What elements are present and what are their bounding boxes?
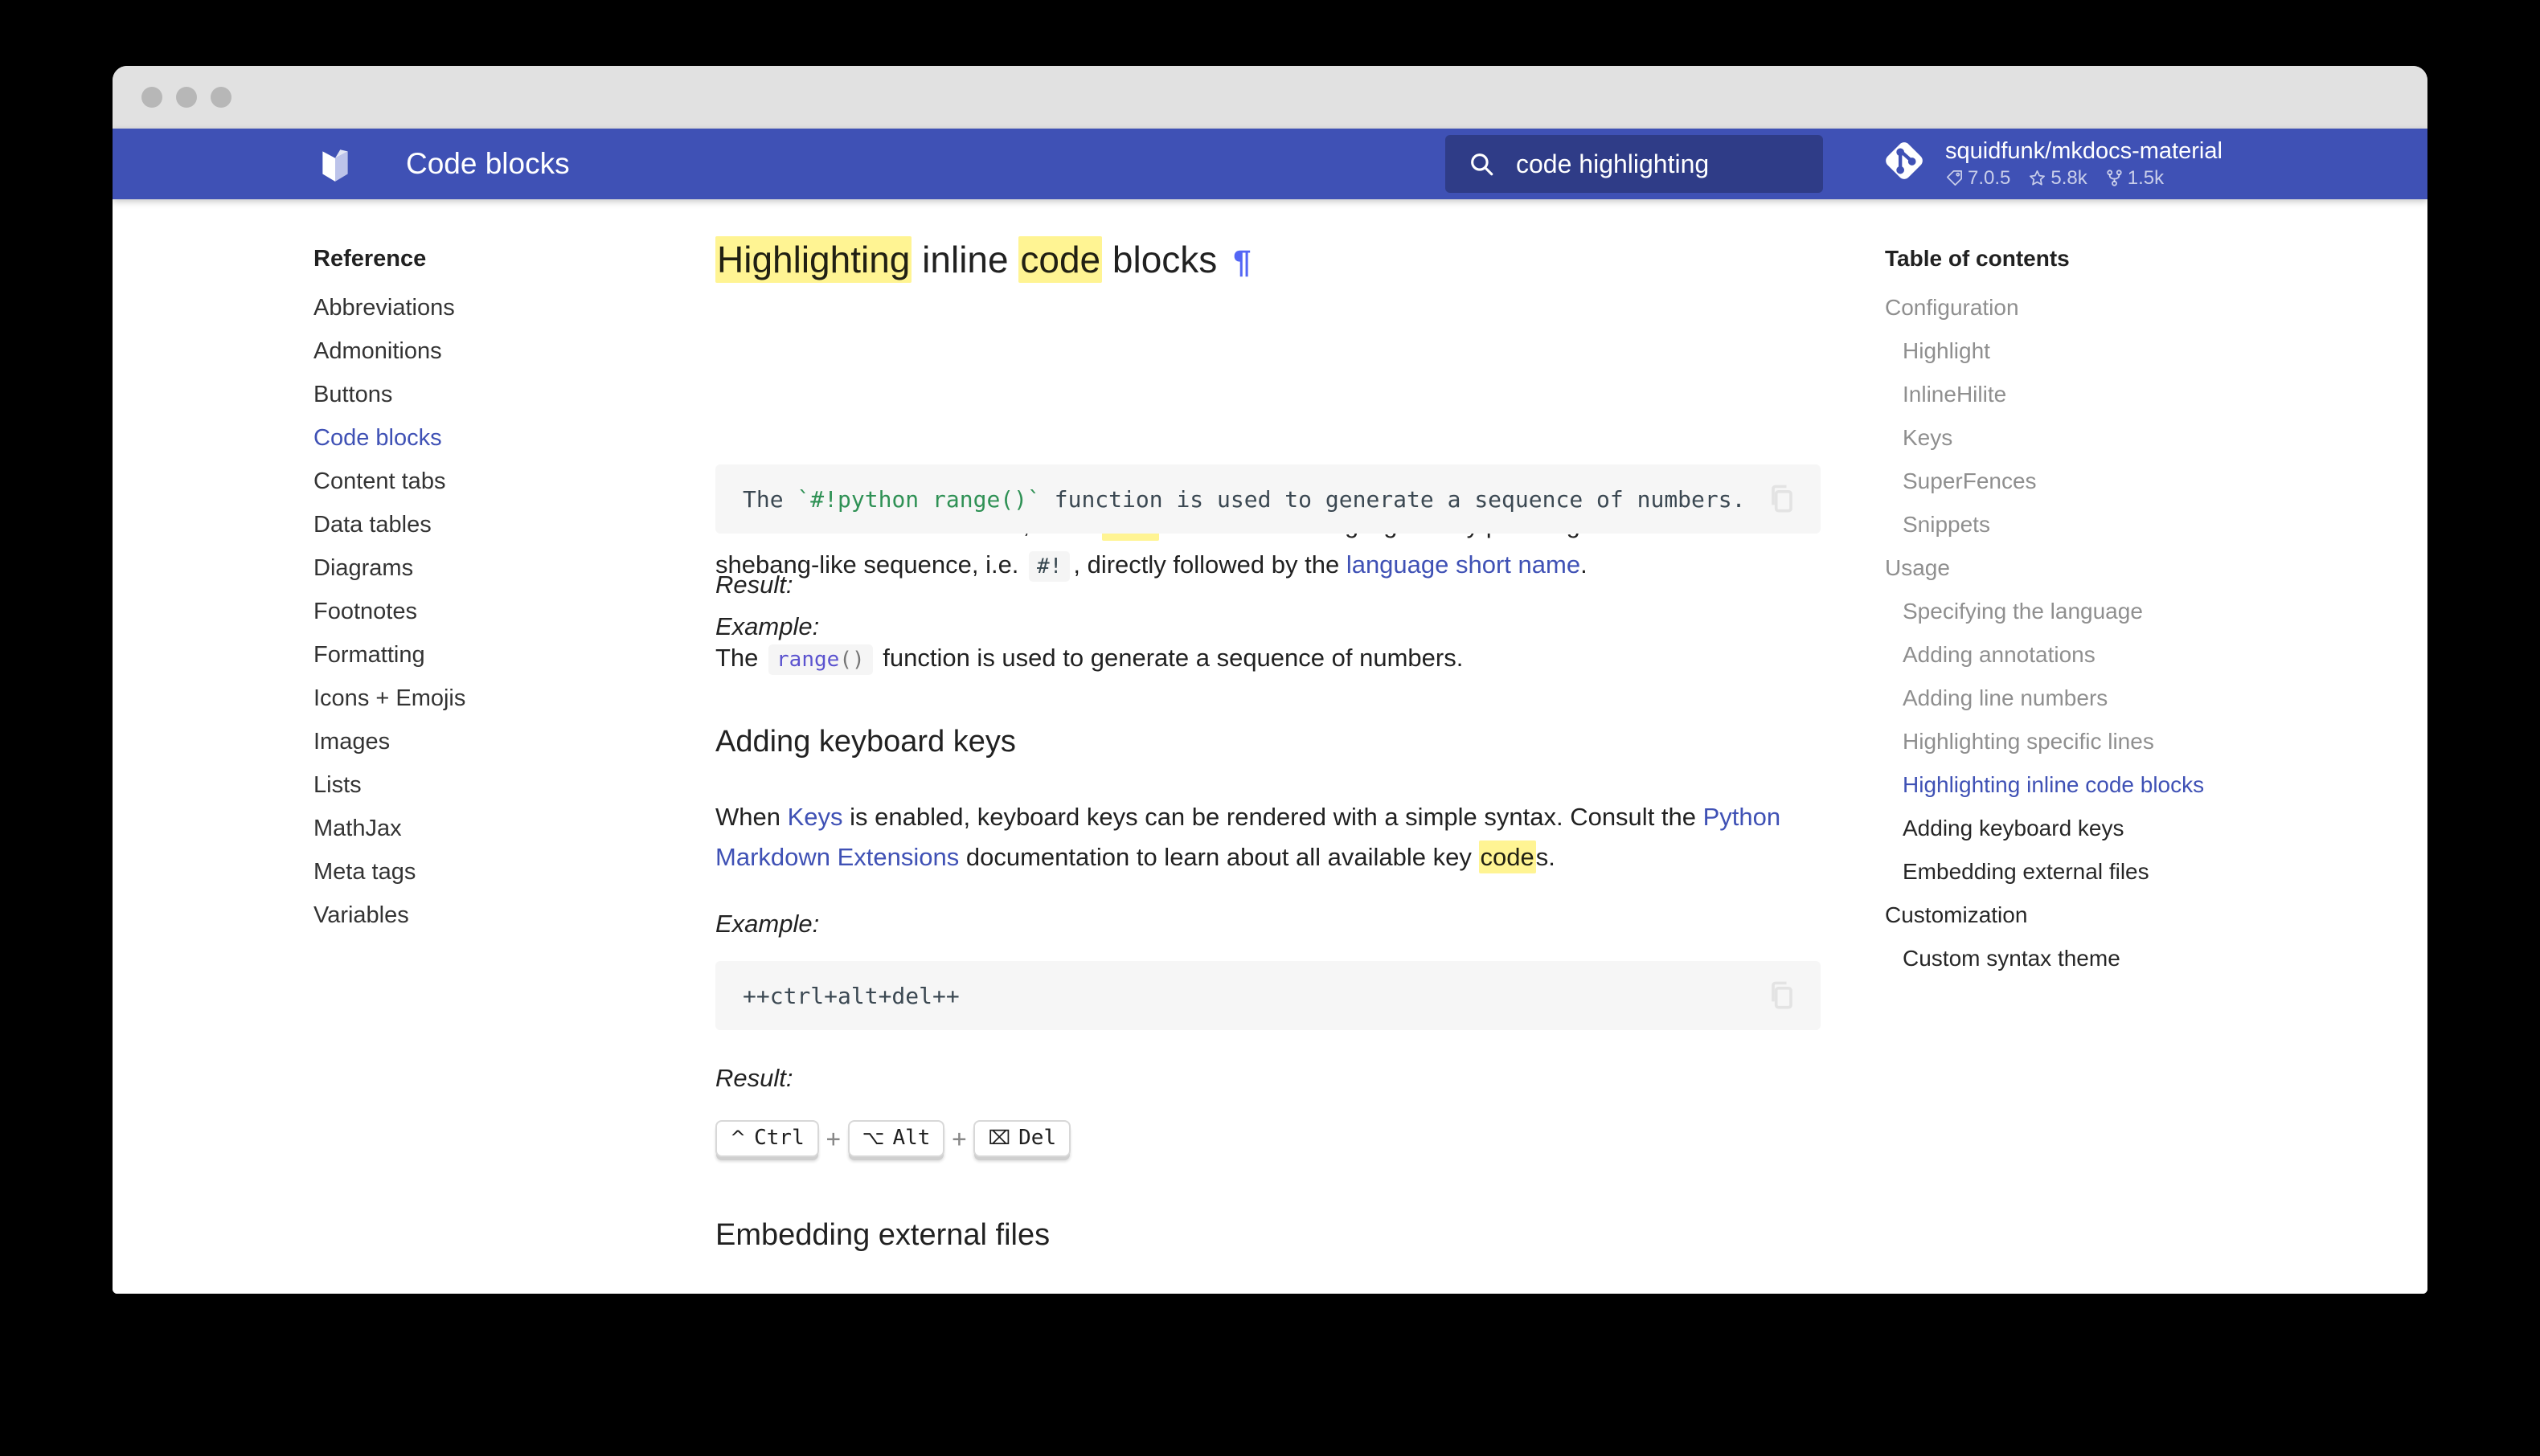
table-of-contents: Table of contents ConfigurationHighlight… xyxy=(1885,243,2271,980)
repo-name: squidfunk/mkdocs-material xyxy=(1945,138,2222,164)
toc-item[interactable]: Custom syntax theme xyxy=(1885,937,2271,980)
toc-item[interactable]: Customization xyxy=(1885,894,2271,937)
sidebar-item[interactable]: Variables xyxy=(313,894,659,937)
window-control-dot[interactable] xyxy=(141,87,162,108)
sidebar-section-title: Reference xyxy=(313,243,659,286)
git-icon xyxy=(1879,136,1929,190)
toc-item[interactable]: Adding keyboard keys xyxy=(1885,807,2271,850)
keyboard-keys-row: ^Ctrl + ⌥Alt + ⌧Del xyxy=(715,1120,1071,1157)
repo-stats: 7.0.5 5.8k 1.5k xyxy=(1945,167,2222,190)
toc-item[interactable]: SuperFences xyxy=(1885,460,2271,503)
example-label: Example: xyxy=(715,910,819,939)
app-header: Code blocks squidfunk/mkdocs-material xyxy=(113,129,2427,199)
sidebar-item[interactable]: Admonitions xyxy=(313,329,659,373)
code-block: ++ctrl+alt+del++ xyxy=(715,961,1821,1030)
search-icon xyxy=(1468,150,1495,178)
content-area: Reference AbbreviationsAdmonitionsButton… xyxy=(113,199,2427,1294)
toc-item[interactable]: Configuration xyxy=(1885,286,2271,329)
page-title: Code blocks xyxy=(406,129,570,199)
heading-anchor-link[interactable]: ¶ xyxy=(1233,244,1251,280)
sidebar-item[interactable]: Diagrams xyxy=(313,546,659,590)
toc-item[interactable]: Highlighting inline code blocks xyxy=(1885,763,2271,807)
toc-title: Table of contents xyxy=(1885,243,2271,286)
copy-button[interactable] xyxy=(1764,481,1800,517)
repo-stars: 5.8k xyxy=(2050,167,2087,190)
toc-item[interactable]: Snippets xyxy=(1885,503,2271,546)
section-heading: Embedding external files xyxy=(715,1218,1050,1253)
tag-icon xyxy=(1945,169,1964,187)
sidebar-item[interactable]: Buttons xyxy=(313,373,659,416)
key-separator: + xyxy=(952,1125,966,1153)
toc-item[interactable]: Keys xyxy=(1885,416,2271,460)
sidebar-item[interactable]: Footnotes xyxy=(313,590,659,633)
toc-item[interactable]: Embedding external files xyxy=(1885,850,2271,894)
sidebar-item[interactable]: MathJax xyxy=(313,807,659,850)
copy-button[interactable] xyxy=(1764,978,1800,1013)
inline-code: range() xyxy=(768,644,873,675)
mkdocs-material-logo-icon[interactable] xyxy=(315,144,355,184)
sidebar-item[interactable]: Content tabs xyxy=(313,460,659,503)
sidebar-item[interactable]: Meta tags xyxy=(313,850,659,894)
search-highlight: Highlighting xyxy=(715,236,912,283)
fork-icon xyxy=(2105,169,2124,187)
article: Highlighting inline code blocks¶ When In… xyxy=(715,199,1821,1294)
kbd-del: ⌧Del xyxy=(973,1120,1071,1157)
key-separator: + xyxy=(826,1125,841,1153)
toc-item[interactable]: Specifying the language xyxy=(1885,590,2271,633)
toc-item[interactable]: Adding annotations xyxy=(1885,633,2271,677)
repo-version: 7.0.5 xyxy=(1968,167,2010,190)
article-heading: Highlighting inline code blocks¶ xyxy=(715,238,1252,281)
code-block: The `#!python range()` function is used … xyxy=(715,464,1821,534)
search-input[interactable] xyxy=(1514,149,1815,180)
sidebar-item[interactable]: Code blocks xyxy=(313,416,659,460)
kbd-alt: ⌥Alt xyxy=(848,1120,945,1157)
result-label: Result: xyxy=(715,1064,793,1093)
window-titlebar xyxy=(113,66,2427,129)
star-icon xyxy=(2028,169,2046,187)
paragraph: The range() function is used to generate… xyxy=(715,638,1821,680)
sidebar-nav: Reference AbbreviationsAdmonitionsButton… xyxy=(313,243,659,937)
search-highlight: code xyxy=(1479,840,1536,873)
sidebar-item[interactable]: Lists xyxy=(313,763,659,807)
sidebar-item[interactable]: Images xyxy=(313,720,659,763)
sidebar-item[interactable]: Abbreviations xyxy=(313,286,659,329)
sidebar-item[interactable]: Formatting xyxy=(313,633,659,677)
toc-item[interactable]: Usage xyxy=(1885,546,2271,590)
language-short-name-link[interactable]: language short name xyxy=(1346,550,1580,579)
repo-forks: 1.5k xyxy=(2128,167,2164,190)
inline-code: #! xyxy=(1029,551,1070,582)
example-label: Example: xyxy=(715,612,819,641)
toc-item[interactable]: Highlighting specific lines xyxy=(1885,720,2271,763)
keys-link[interactable]: Keys xyxy=(788,803,843,831)
repo-link[interactable]: squidfunk/mkdocs-material 7.0.5 5.8k xyxy=(1879,136,2222,190)
sidebar-item[interactable]: Icons + Emojis xyxy=(313,677,659,720)
toc-item[interactable]: InlineHilite xyxy=(1885,373,2271,416)
paragraph: When Keys is enabled, keyboard keys can … xyxy=(715,797,1821,877)
search-bar[interactable] xyxy=(1445,135,1823,193)
window-control-dot[interactable] xyxy=(176,87,197,108)
result-label: Result: xyxy=(715,571,793,599)
search-highlight: code xyxy=(1018,236,1102,283)
browser-window: Code blocks squidfunk/mkdocs-material xyxy=(113,66,2427,1294)
section-heading: Adding keyboard keys xyxy=(715,725,1016,759)
toc-item[interactable]: Highlight xyxy=(1885,329,2271,373)
window-control-dot[interactable] xyxy=(211,87,231,108)
sidebar-item[interactable]: Data tables xyxy=(313,503,659,546)
toc-item[interactable]: Adding line numbers xyxy=(1885,677,2271,720)
kbd-ctrl: ^Ctrl xyxy=(715,1120,819,1157)
